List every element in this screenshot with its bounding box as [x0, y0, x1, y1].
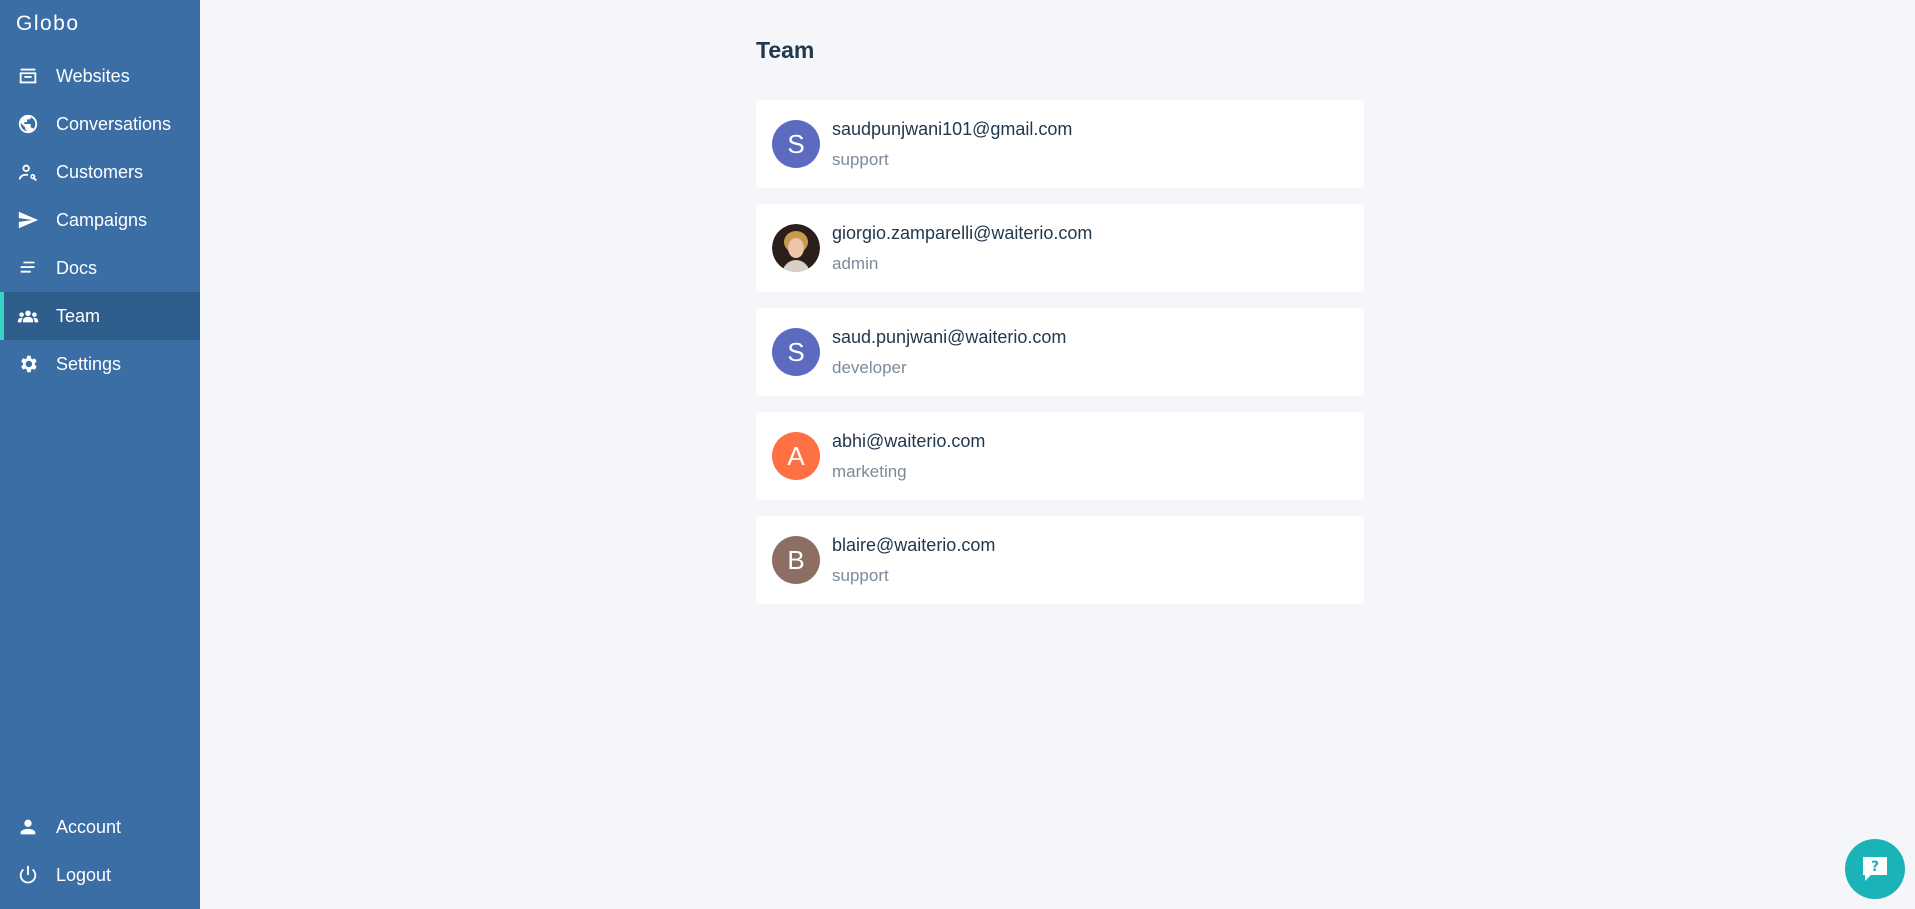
sidebar-item-label: Campaigns [56, 209, 148, 230]
sidebar-item-label: Team [56, 305, 101, 326]
member-role: support [832, 565, 889, 585]
avatar: A [772, 432, 820, 480]
sidebar-item-label: Logout [56, 864, 112, 885]
member-email: giorgio.zamparelli@waiterio.com [832, 222, 1093, 243]
member-info: saud.punjwani@waiterio.com developer [832, 327, 1066, 378]
avatar: S [772, 120, 820, 168]
sidebar-item-team[interactable]: Team [0, 292, 200, 340]
brand-logo[interactable]: Globo [16, 12, 80, 36]
power-icon [16, 863, 40, 887]
member-info: abhi@waiterio.com marketing [832, 431, 985, 482]
member-info: giorgio.zamparelli@waiterio.com admin [832, 223, 1092, 274]
member-role: admin [832, 253, 879, 273]
sidebar: Globo Websites Conversations Customers C… [0, 0, 200, 909]
sidebar-item-label: Account [56, 816, 122, 837]
avatar-letter: S [787, 336, 805, 367]
avatar-photo [772, 224, 820, 272]
member-info: saudpunjwani101@gmail.com support [832, 119, 1072, 170]
sidebar-item-logout[interactable]: Logout [0, 851, 200, 899]
sidebar-item-label: Docs [56, 257, 98, 278]
member-email: saud.punjwani@waiterio.com [832, 326, 1067, 347]
sidebar-item-label: Settings [56, 353, 122, 374]
sidebar-item-label: Customers [56, 161, 144, 182]
team-member-card[interactable]: S saud.punjwani@waiterio.com developer [756, 308, 1364, 396]
sidebar-item-settings[interactable]: Settings [0, 340, 200, 388]
member-role: support [832, 149, 889, 169]
page-title: Team [756, 37, 815, 63]
member-email: saudpunjwani101@gmail.com [832, 118, 1073, 139]
team-member-card[interactable]: S saudpunjwani101@gmail.com support [756, 100, 1364, 188]
websites-icon [16, 64, 40, 88]
sidebar-item-label: Websites [56, 65, 130, 86]
avatar: B [772, 536, 820, 584]
help-chat-button[interactable]: ? [1845, 839, 1905, 899]
member-role: marketing [832, 461, 907, 481]
team-member-card[interactable]: giorgio.zamparelli@waiterio.com admin [756, 204, 1364, 292]
sidebar-item-account[interactable]: Account [0, 803, 200, 851]
avatar: S [772, 328, 820, 376]
avatar-letter: S [787, 128, 805, 159]
sidebar-item-campaigns[interactable]: Campaigns [0, 196, 200, 244]
docs-lines-icon [16, 256, 40, 280]
member-email: blaire@waiterio.com [832, 534, 996, 555]
sidebar-item-label: Conversations [56, 113, 172, 134]
avatar-letter: B [787, 544, 805, 575]
sidebar-item-customers[interactable]: Customers [0, 148, 200, 196]
sidebar-item-websites[interactable]: Websites [0, 52, 200, 100]
member-email: abhi@waiterio.com [832, 430, 986, 451]
help-chat-icon: ? [1863, 857, 1887, 881]
member-role: developer [832, 357, 907, 377]
person-icon [16, 815, 40, 839]
gear-icon [16, 352, 40, 376]
team-member-card[interactable]: B blaire@waiterio.com support [756, 516, 1364, 604]
team-member-card[interactable]: A abhi@waiterio.com marketing [756, 412, 1364, 500]
team-icon [16, 304, 40, 328]
globe-icon [16, 112, 40, 136]
sidebar-item-conversations[interactable]: Conversations [0, 100, 200, 148]
avatar-letter: A [787, 440, 805, 471]
customer-search-icon [16, 160, 40, 184]
sidebar-item-docs[interactable]: Docs [0, 244, 200, 292]
svg-text:?: ? [1871, 859, 1879, 875]
send-icon [16, 208, 40, 232]
member-info: blaire@waiterio.com support [832, 535, 995, 586]
